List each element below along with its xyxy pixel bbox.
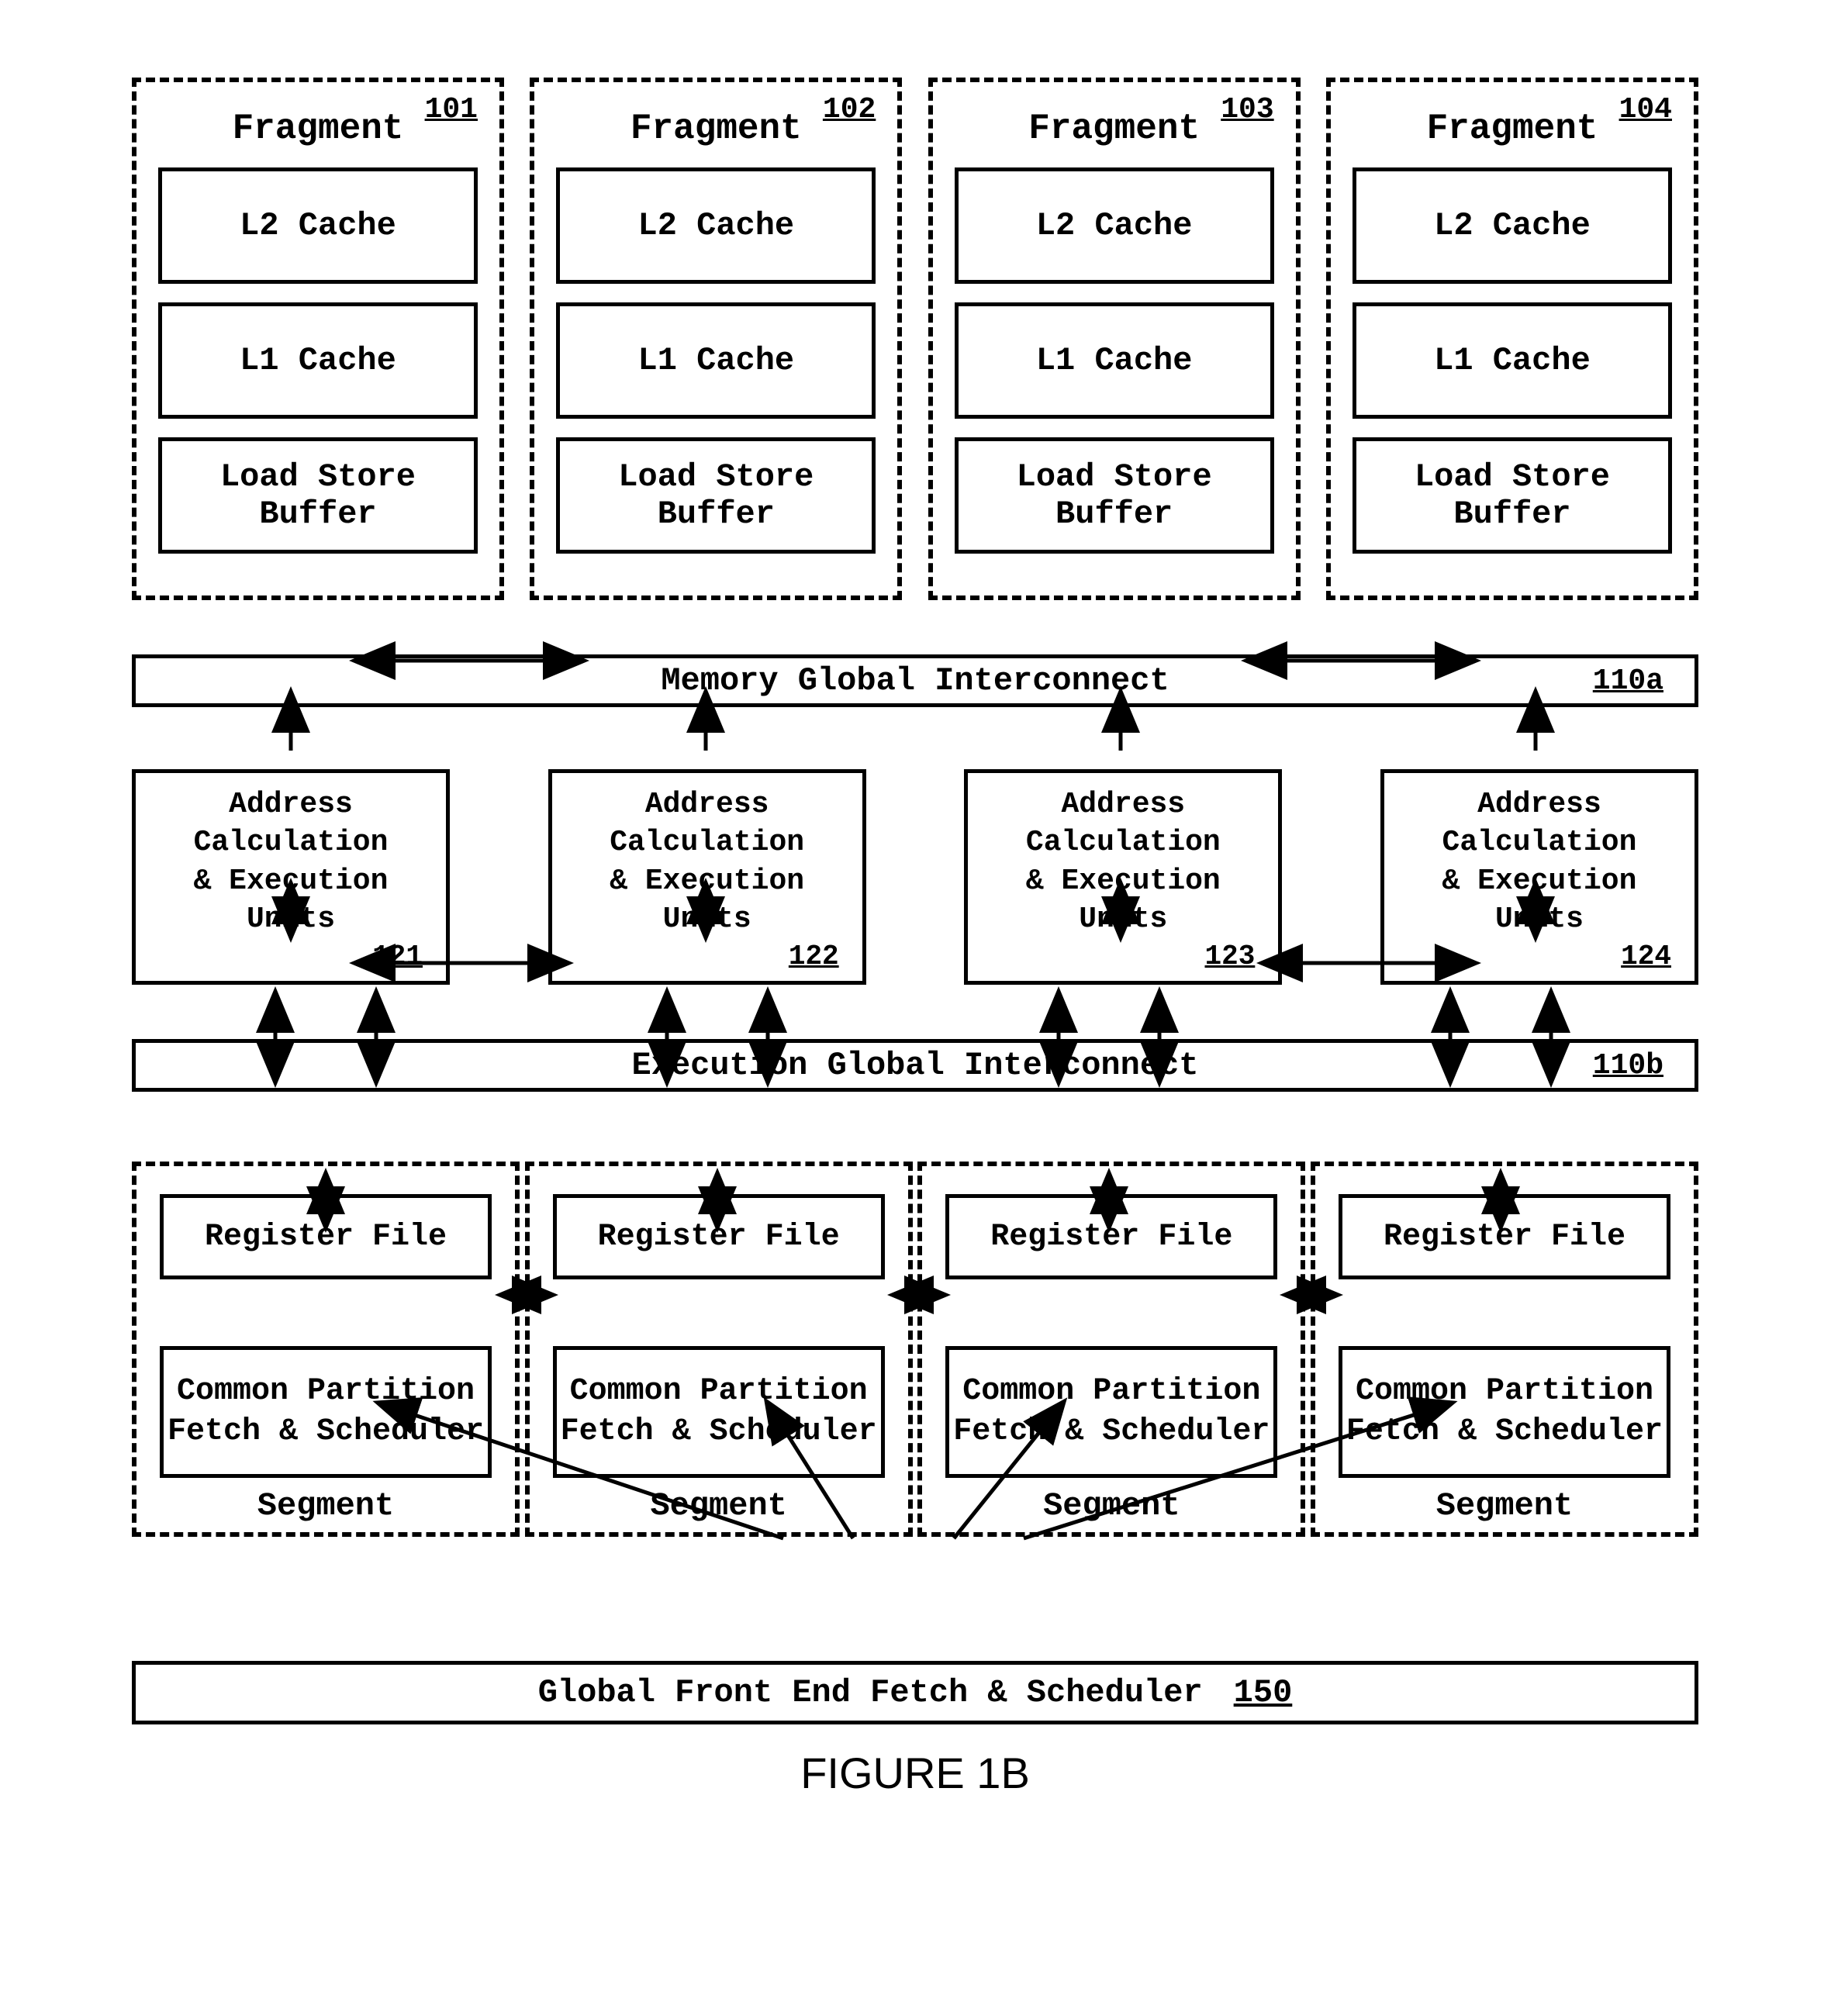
common-partition-scheduler: Common Partition Fetch & Scheduler (945, 1346, 1277, 1478)
load-store-buffer: Load Store Buffer (556, 437, 876, 554)
segment-3: Register File Common Partition Fetch & S… (917, 1162, 1305, 1537)
fragment-id: 101 (425, 93, 478, 126)
exec-line2: & Execution Units (1442, 865, 1637, 936)
segment-label: Segment (154, 1487, 498, 1524)
interconnect-id: 110a (1593, 665, 1663, 698)
fragment-id: 102 (823, 93, 876, 126)
figure-label: FIGURE 1B (132, 1748, 1698, 1798)
exec-id: 123 (976, 939, 1270, 975)
load-store-buffer: Load Store Buffer (1353, 437, 1672, 554)
fragment-104: 104 Fragment L2 Cache L1 Cache Load Stor… (1326, 78, 1698, 600)
common-partition-scheduler: Common Partition Fetch & Scheduler (160, 1346, 492, 1478)
global-front-id: 150 (1234, 1674, 1293, 1711)
common-partition-scheduler: Common Partition Fetch & Scheduler (553, 1346, 885, 1478)
l1-cache: L1 Cache (556, 302, 876, 419)
fragments-row: 101 Fragment L2 Cache L1 Cache Load Stor… (132, 78, 1698, 600)
fragment-id: 103 (1221, 93, 1273, 126)
segment-label: Segment (939, 1487, 1283, 1524)
exec-id: 122 (560, 939, 855, 975)
register-file: Register File (945, 1194, 1277, 1279)
l1-cache: L1 Cache (1353, 302, 1672, 419)
exec-line1: Address Calculation (610, 788, 804, 859)
l2-cache: L2 Cache (1353, 167, 1672, 284)
segment-label: Segment (1332, 1487, 1677, 1524)
segment-1: Register File Common Partition Fetch & S… (132, 1162, 520, 1537)
memory-global-interconnect: Memory Global Interconnect 110a (132, 654, 1698, 707)
exec-line2: & Execution Units (1026, 865, 1221, 936)
l2-cache: L2 Cache (955, 167, 1274, 284)
segment-4: Register File Common Partition Fetch & S… (1311, 1162, 1698, 1537)
l1-cache: L1 Cache (158, 302, 478, 419)
exec-line1: Address Calculation (1442, 788, 1637, 859)
exec-unit-124: Address Calculation & Execution Units 12… (1380, 769, 1698, 985)
fragment-102: 102 Fragment L2 Cache L1 Cache Load Stor… (530, 78, 902, 600)
common-partition-scheduler: Common Partition Fetch & Scheduler (1339, 1346, 1670, 1478)
segment-label: Segment (547, 1487, 891, 1524)
exec-units-row: Address Calculation & Execution Units 12… (132, 769, 1698, 985)
exec-line1: Address Calculation (194, 788, 389, 859)
fragment-101: 101 Fragment L2 Cache L1 Cache Load Stor… (132, 78, 504, 600)
load-store-buffer: Load Store Buffer (158, 437, 478, 554)
interconnect-id: 110b (1593, 1049, 1663, 1082)
exec-line1: Address Calculation (1026, 788, 1221, 859)
interconnect-label: Memory Global Interconnect (661, 662, 1169, 699)
fragment-103: 103 Fragment L2 Cache L1 Cache Load Stor… (928, 78, 1301, 600)
segments-row: Register File Common Partition Fetch & S… (132, 1162, 1698, 1537)
segment-2: Register File Common Partition Fetch & S… (525, 1162, 913, 1537)
execution-global-interconnect: Execution Global Interconnect 110b (132, 1039, 1698, 1092)
l2-cache: L2 Cache (556, 167, 876, 284)
l1-cache: L1 Cache (955, 302, 1274, 419)
global-front-label: Global Front End Fetch & Scheduler (538, 1674, 1203, 1711)
load-store-buffer: Load Store Buffer (955, 437, 1274, 554)
exec-unit-121: Address Calculation & Execution Units 12… (132, 769, 450, 985)
exec-line2: & Execution Units (194, 865, 389, 936)
exec-unit-123: Address Calculation & Execution Units 12… (964, 769, 1282, 985)
exec-id: 124 (1392, 939, 1687, 975)
exec-line2: & Execution Units (610, 865, 804, 936)
exec-id: 121 (143, 939, 438, 975)
l2-cache: L2 Cache (158, 167, 478, 284)
exec-unit-122: Address Calculation & Execution Units 12… (548, 769, 866, 985)
register-file: Register File (1339, 1194, 1670, 1279)
fragment-id: 104 (1619, 93, 1672, 126)
interconnect-label: Execution Global Interconnect (632, 1047, 1199, 1084)
register-file: Register File (553, 1194, 885, 1279)
global-front-end: Global Front End Fetch & Scheduler 150 (132, 1661, 1698, 1724)
register-file: Register File (160, 1194, 492, 1279)
